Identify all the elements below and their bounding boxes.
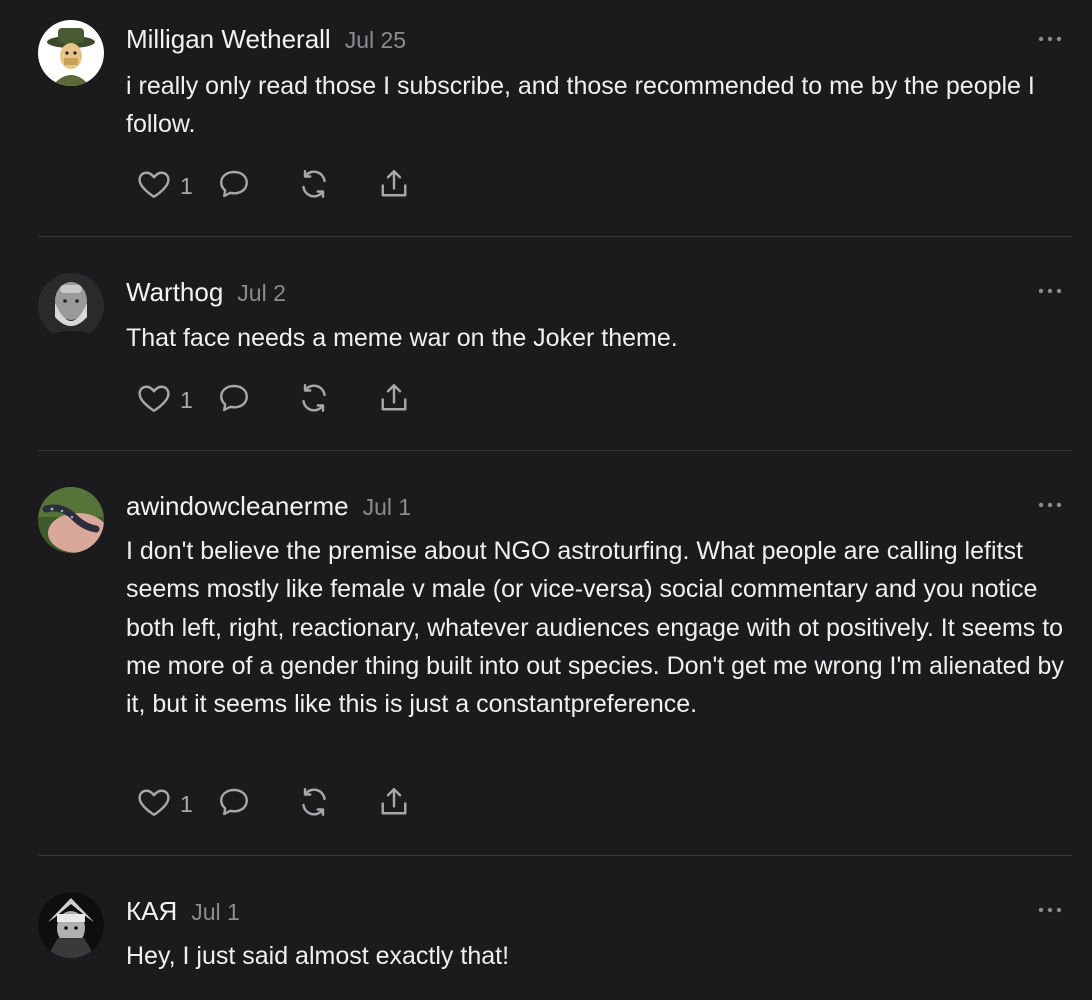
comment-date[interactable]: Jul 2 — [237, 280, 286, 306]
more-dots-icon[interactable] — [1036, 281, 1064, 301]
divider — [38, 855, 1072, 856]
share-upload-icon — [376, 380, 412, 421]
share-upload-icon — [376, 166, 412, 207]
author-name[interactable]: awindowcleanerme — [126, 491, 349, 521]
divider — [38, 236, 1072, 237]
share-button[interactable] — [376, 380, 416, 421]
comment-bubble-icon — [216, 166, 252, 207]
heart-icon — [136, 380, 172, 421]
comment-text: I don't believe the premise about NGO as… — [126, 537, 1064, 719]
reply-button[interactable] — [216, 166, 296, 207]
avatar[interactable] — [38, 273, 104, 339]
like-count: 1 — [180, 386, 193, 413]
like-button[interactable]: 1 — [136, 784, 216, 825]
like-button[interactable]: 1 — [136, 380, 216, 421]
avatar[interactable] — [38, 892, 104, 958]
more-dots-icon[interactable] — [1036, 495, 1064, 515]
comment-actions: 1 — [136, 784, 416, 824]
comment-date[interactable]: Jul 25 — [345, 27, 406, 53]
like-button[interactable]: 1 — [136, 166, 216, 207]
comment-date[interactable]: Jul 1 — [191, 899, 240, 925]
heart-icon — [136, 784, 172, 825]
author-line: awindowcleanerme Jul 1 — [126, 491, 411, 522]
author-line: КАЯ Jul 1 — [126, 896, 240, 927]
comment-date[interactable]: Jul 1 — [363, 494, 412, 520]
author-line: Milligan Wetherall Jul 25 — [126, 24, 406, 55]
comment-bubble-icon — [216, 380, 252, 421]
restack-arrows-icon — [296, 784, 332, 825]
author-line: Warthog Jul 2 — [126, 277, 286, 308]
comments-feed: Milligan Wetherall Jul 25 i really only r… — [0, 0, 1092, 1000]
author-name[interactable]: КАЯ — [126, 896, 177, 926]
restack-arrows-icon — [296, 380, 332, 421]
avatar[interactable] — [38, 20, 104, 86]
share-upload-icon — [376, 784, 412, 825]
share-button[interactable] — [376, 784, 416, 825]
restack-button[interactable] — [296, 166, 376, 207]
like-count: 1 — [180, 172, 193, 199]
avatar[interactable] — [38, 487, 104, 553]
reply-button[interactable] — [216, 380, 296, 421]
author-name[interactable]: Warthog — [126, 277, 223, 307]
restack-button[interactable] — [296, 380, 376, 421]
comment-text: That face needs a meme war on the Joker … — [126, 324, 678, 352]
more-dots-icon[interactable] — [1036, 900, 1064, 920]
reply-button[interactable] — [216, 784, 296, 825]
comment-text: Hey, I just said almost exactly that! — [126, 942, 510, 970]
more-dots-icon[interactable] — [1036, 29, 1064, 49]
like-count: 1 — [180, 790, 193, 817]
comment-text: i really only read those I subscribe, an… — [126, 72, 1035, 139]
share-button[interactable] — [376, 166, 416, 207]
comment-actions: 1 — [136, 380, 416, 420]
restack-arrows-icon — [296, 166, 332, 207]
restack-button[interactable] — [296, 784, 376, 825]
divider — [38, 450, 1072, 451]
heart-icon — [136, 166, 172, 207]
comment-actions: 1 — [136, 166, 416, 206]
author-name[interactable]: Milligan Wetherall — [126, 24, 331, 54]
comment-bubble-icon — [216, 784, 252, 825]
